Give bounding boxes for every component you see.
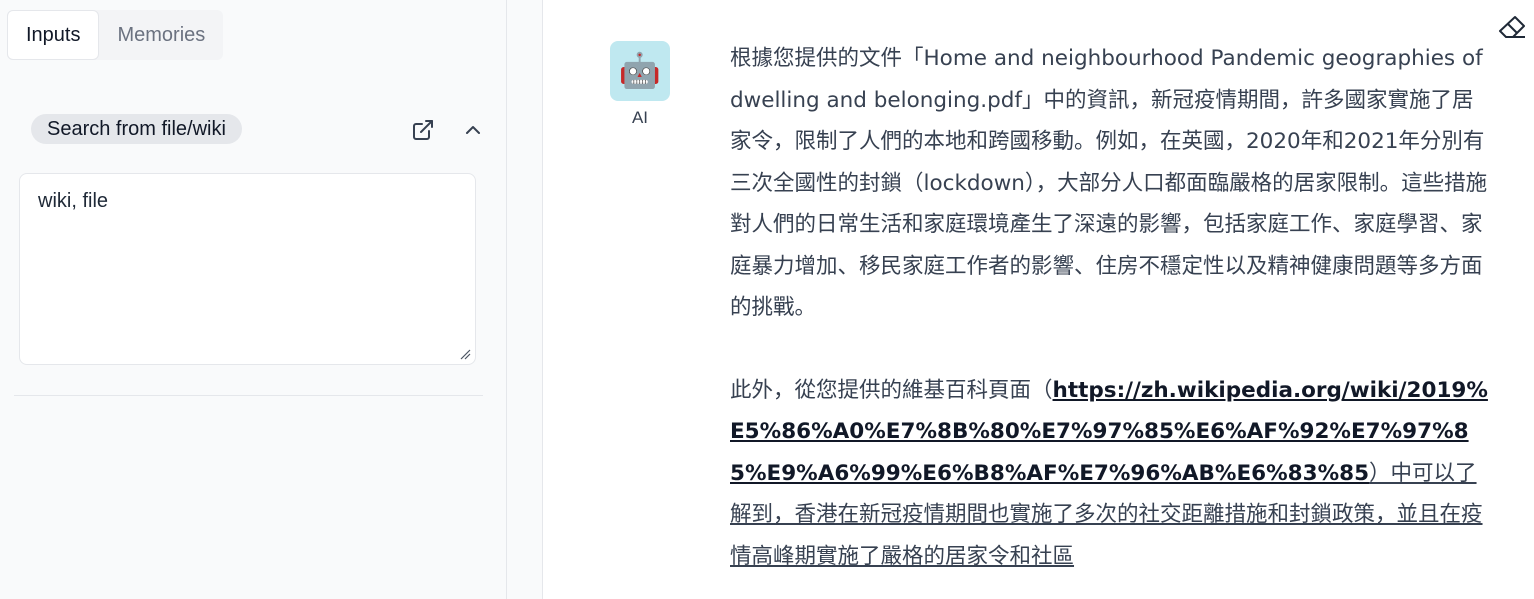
search-sources-field[interactable]: wiki, file xyxy=(19,173,476,365)
message-text: 此外，從您提供的維基百科頁面（ xyxy=(730,377,1053,403)
panel-splitter[interactable] xyxy=(507,0,543,599)
app-root: Inputs Memories Search from file/wiki wi… xyxy=(0,0,1534,599)
chat-area: 🤖 AI 根據您提供的文件「Home and neighbourhood Pan… xyxy=(543,0,1534,599)
resize-grip-icon[interactable] xyxy=(459,348,471,360)
avatar-label: AI xyxy=(631,108,649,127)
bot-avatar: 🤖 xyxy=(610,41,670,101)
message-paragraph: 根據您提供的文件「Home and neighbourhood Pandemic… xyxy=(730,46,1488,320)
tab-memories[interactable]: Memories xyxy=(99,10,223,60)
search-section-header: Search from file/wiki xyxy=(31,114,486,144)
message-paragraph: 此外，從您提供的維基百科頁面（https://zh.wikipedia.org/… xyxy=(730,370,1490,578)
panel-tabs: Inputs Memories xyxy=(7,10,224,60)
tab-inputs[interactable]: Inputs xyxy=(7,10,100,60)
search-source-pill: Search from file/wiki xyxy=(31,114,242,144)
chevron-up-icon[interactable] xyxy=(461,118,485,142)
ai-message: 根據您提供的文件「Home and neighbourhood Pandemic… xyxy=(730,38,1490,599)
panel-divider xyxy=(14,395,483,396)
search-sources-textarea[interactable]: wiki, file xyxy=(20,174,475,364)
eraser-icon[interactable] xyxy=(1498,14,1526,40)
external-link-icon[interactable] xyxy=(411,118,435,142)
inputs-panel: Inputs Memories Search from file/wiki wi… xyxy=(0,0,507,599)
